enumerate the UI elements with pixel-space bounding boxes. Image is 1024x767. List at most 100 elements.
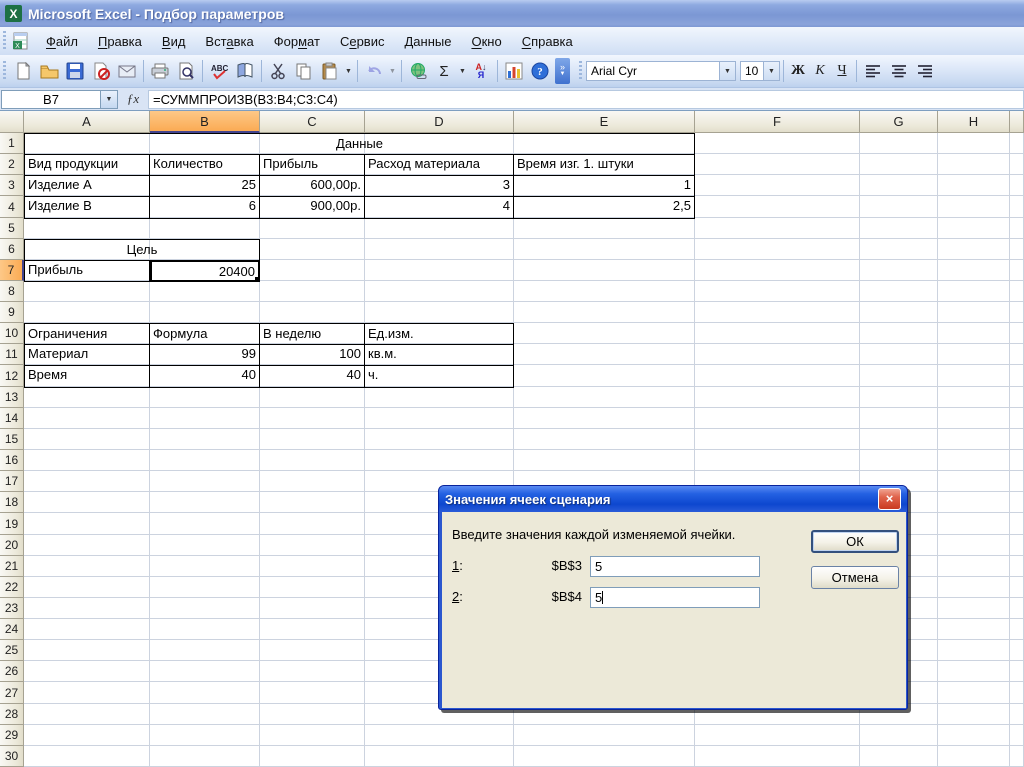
cell-C10[interactable]: В неделю [260, 323, 365, 345]
underline-button[interactable]: Ч [831, 60, 853, 82]
column-header-A[interactable]: A [24, 111, 150, 133]
column-header-B[interactable]: B [150, 111, 260, 133]
cell-B4[interactable]: 6 [150, 196, 260, 219]
menu-item-tools[interactable]: Сервис [330, 30, 395, 53]
align-left-icon[interactable] [861, 59, 885, 83]
font-size-select[interactable]: 10 ▼ [740, 61, 780, 81]
open-file-icon[interactable] [37, 59, 61, 83]
row-header-6[interactable]: 6 [0, 239, 24, 260]
font-name-dropdown-icon[interactable]: ▼ [719, 62, 735, 80]
field-2-input[interactable]: 5 [590, 587, 760, 608]
row-header-8[interactable]: 8 [0, 281, 24, 302]
toolbar-grip-handle[interactable] [2, 61, 7, 81]
help-icon[interactable]: ? [528, 59, 552, 83]
cell-B12[interactable]: 40 [150, 365, 260, 388]
bold-button[interactable]: Ж [787, 60, 809, 82]
row-header-30[interactable]: 30 [0, 746, 24, 767]
column-header-corner[interactable] [0, 111, 24, 133]
cut-icon[interactable] [266, 59, 290, 83]
column-header-G[interactable]: G [860, 111, 938, 133]
menu-item-insert[interactable]: Вставка [195, 30, 263, 53]
cell-D2[interactable]: Расход материала [365, 154, 514, 176]
italic-button[interactable]: К [809, 60, 831, 82]
row-header-26[interactable]: 26 [0, 661, 24, 682]
spelling-icon[interactable]: ABC [207, 59, 231, 83]
row-header-20[interactable]: 20 [0, 535, 24, 556]
cell-A7[interactable]: Прибыль [24, 260, 150, 282]
cell-A4[interactable]: Изделие В [24, 196, 150, 219]
dialog-titlebar[interactable]: Значения ячеек сценария × [439, 486, 907, 512]
save-icon[interactable] [63, 59, 87, 83]
cell-B3[interactable]: 25 [150, 175, 260, 197]
cell-C4[interactable]: 900,00р. [260, 196, 365, 219]
permission-icon[interactable] [89, 59, 113, 83]
row-header-15[interactable]: 15 [0, 429, 24, 450]
column-header-D[interactable]: D [365, 111, 514, 133]
row-header-9[interactable]: 9 [0, 302, 24, 323]
row-header-25[interactable]: 25 [0, 640, 24, 661]
menu-item-edit[interactable]: Правка [88, 30, 152, 53]
row-header-10[interactable]: 10 [0, 323, 24, 344]
row-header-24[interactable]: 24 [0, 619, 24, 640]
cell-A3[interactable]: Изделие А [24, 175, 150, 197]
row-header-18[interactable]: 18 [0, 492, 24, 513]
copy-icon[interactable] [292, 59, 316, 83]
ok-button[interactable]: ОК [811, 530, 899, 553]
row-header-5[interactable]: 5 [0, 218, 24, 239]
cell-D10[interactable]: Ед.изм. [365, 323, 514, 345]
row-header-7[interactable]: 7 [0, 260, 24, 281]
menu-item-data[interactable]: Данные [394, 30, 461, 53]
cell-C12[interactable]: 40 [260, 365, 365, 388]
menu-item-file[interactable]: Файл [36, 30, 88, 53]
row-header-13[interactable]: 13 [0, 387, 24, 408]
column-header-partial[interactable] [1010, 111, 1024, 133]
row-header-28[interactable]: 28 [0, 704, 24, 725]
cell-B10[interactable]: Формула [150, 323, 260, 345]
menu-item-window[interactable]: Окно [461, 30, 511, 53]
autosum-icon[interactable]: Σ [432, 59, 456, 83]
row-header-4[interactable]: 4 [0, 196, 24, 218]
cell-A10[interactable]: Ограничения [24, 323, 150, 345]
email-icon[interactable] [115, 59, 139, 83]
cell-B7[interactable]: 20400 [150, 260, 260, 282]
cell-B11[interactable]: 99 [150, 344, 260, 366]
toolbar-options-icon[interactable]: » ▼ [555, 58, 570, 84]
formatting-toolbar-grip-handle[interactable] [578, 61, 583, 81]
align-center-icon[interactable] [887, 59, 911, 83]
cell-B2[interactable]: Количество [150, 154, 260, 176]
name-box-dropdown-icon[interactable]: ▼ [101, 89, 118, 109]
autosum-dropdown-icon[interactable]: ▼ [457, 59, 468, 83]
row-header-16[interactable]: 16 [0, 450, 24, 471]
hyperlink-icon[interactable] [406, 59, 430, 83]
cell-E4[interactable]: 2,5 [514, 196, 695, 219]
new-document-icon[interactable] [11, 59, 35, 83]
menu-item-view[interactable]: Вид [152, 30, 196, 53]
font-name-select[interactable]: Arial Cyr ▼ [586, 61, 736, 81]
cell-A6[interactable]: Цель [24, 239, 260, 261]
row-header-12[interactable]: 12 [0, 365, 24, 387]
formula-input[interactable]: =СУММПРОИЗВ(B3:B4;C3:C4) [148, 89, 1024, 109]
cell-E3[interactable]: 1 [514, 175, 695, 197]
row-header-19[interactable]: 19 [0, 513, 24, 535]
menu-item-format[interactable]: Формат [264, 30, 330, 53]
column-header-E[interactable]: E [514, 111, 695, 133]
cell-A12[interactable]: Время [24, 365, 150, 388]
row-header-17[interactable]: 17 [0, 471, 24, 492]
menu-item-help[interactable]: Справка [512, 30, 583, 53]
print-preview-icon[interactable] [174, 59, 198, 83]
cell-A11[interactable]: Материал [24, 344, 150, 366]
field-1-input[interactable]: 5 [590, 556, 760, 577]
column-header-F[interactable]: F [695, 111, 860, 133]
cell-D3[interactable]: 3 [365, 175, 514, 197]
row-header-23[interactable]: 23 [0, 598, 24, 619]
sort-ascending-icon[interactable]: А↓ Я [469, 59, 493, 83]
column-header-H[interactable]: H [938, 111, 1010, 133]
cell-A1[interactable]: Данные [24, 133, 695, 155]
row-header-2[interactable]: 2 [0, 154, 24, 175]
undo-icon[interactable] [362, 59, 386, 83]
fill-handle[interactable] [254, 276, 258, 280]
menubar-grip-handle[interactable] [2, 31, 7, 51]
cell-A2[interactable]: Вид продукции [24, 154, 150, 176]
row-header-21[interactable]: 21 [0, 556, 24, 577]
name-box[interactable]: B7 [1, 89, 101, 109]
